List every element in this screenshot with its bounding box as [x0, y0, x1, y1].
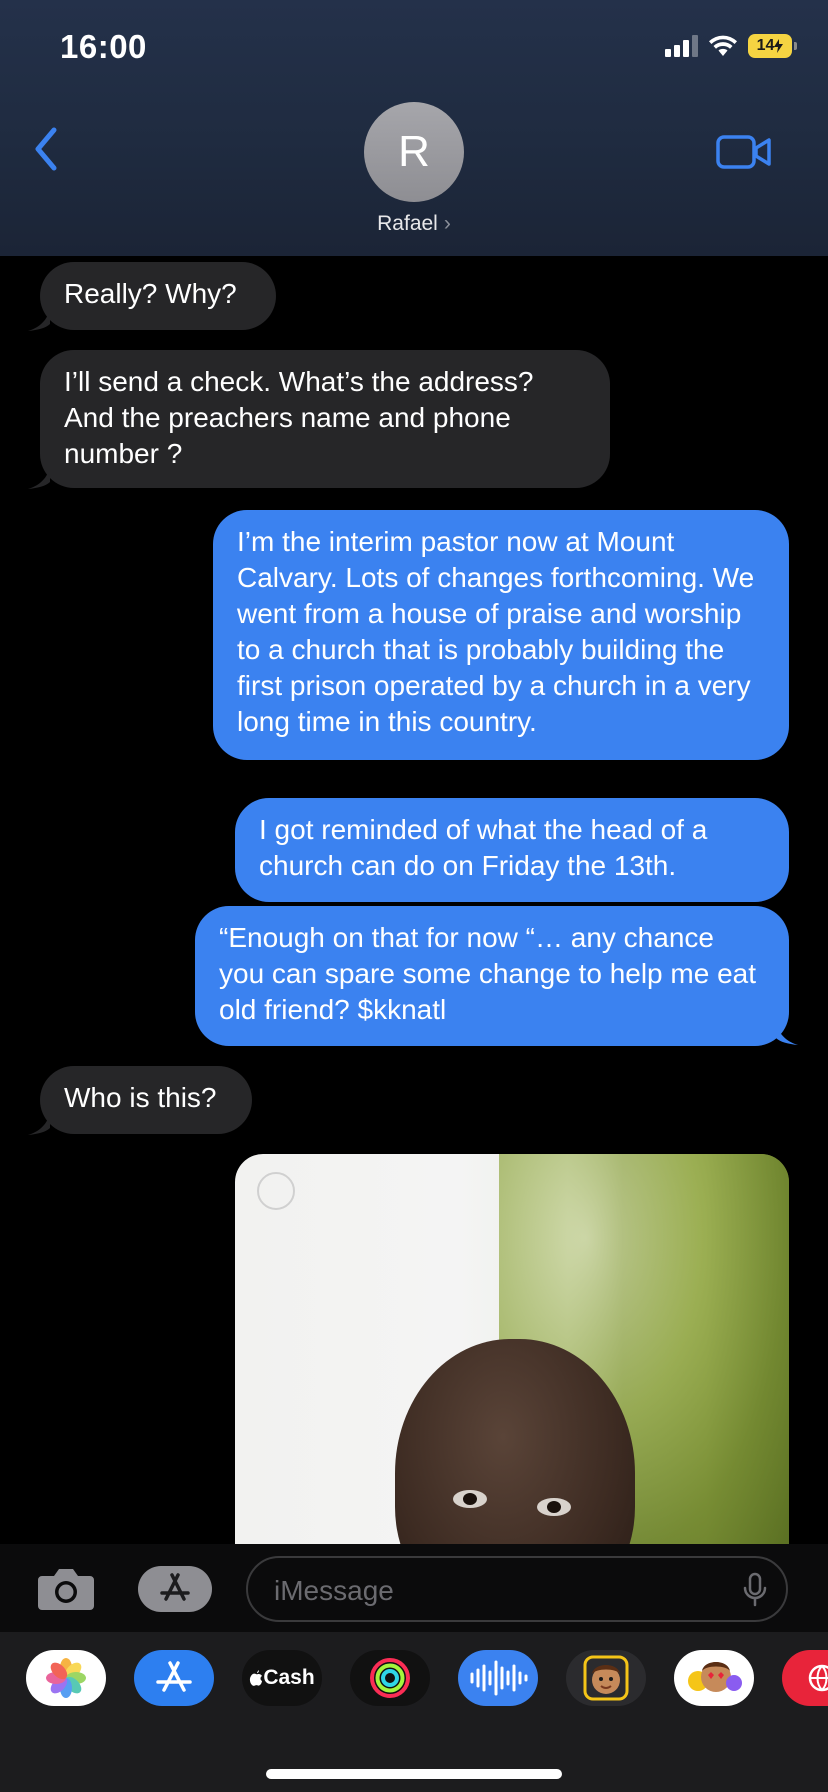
status-time: 16:00: [60, 28, 147, 65]
photo-eye-right: [537, 1498, 571, 1516]
app-store-icon: [156, 1661, 192, 1692]
audio-message-icon: [470, 1660, 528, 1696]
app-store-button[interactable]: [138, 1566, 212, 1612]
message-bubble-outgoing[interactable]: “Enough on that for now “… any chance yo…: [195, 906, 789, 1046]
apple-logo-icon: [250, 1669, 263, 1686]
activity-app-button[interactable]: [350, 1650, 430, 1706]
photos-icon: [46, 1658, 86, 1698]
imessage-app-drawer: Cash: [0, 1632, 828, 1792]
back-chevron-icon[interactable]: [28, 124, 68, 174]
message-text: Really? Why?: [64, 278, 237, 309]
activity-icon: [370, 1658, 410, 1698]
message-text: I’m the interim pastor now at Mount Calv…: [237, 526, 755, 737]
photo-eye-left: [453, 1490, 487, 1508]
microphone-icon[interactable]: [742, 1572, 768, 1608]
status-indicators: 14: [665, 34, 797, 58]
memoji-stickers-app-button[interactable]: [674, 1650, 754, 1706]
message-text: Who is this?: [64, 1082, 217, 1113]
memoji-stickers-icon: [688, 1662, 742, 1692]
home-indicator[interactable]: [266, 1769, 562, 1779]
message-thread[interactable]: Really? Why? I’ll send a check. What’s t…: [0, 256, 828, 1544]
globe-app-button[interactable]: [782, 1650, 828, 1706]
apple-cash-app-button[interactable]: Cash: [242, 1650, 322, 1706]
live-photo-icon[interactable]: [257, 1172, 295, 1210]
message-bubble-incoming[interactable]: Really? Why?: [40, 262, 276, 330]
compose-bar: [0, 1544, 828, 1632]
message-text: I got reminded of what the head of a chu…: [259, 814, 708, 881]
wifi-icon: [709, 35, 737, 56]
memoji-icon: [583, 1655, 629, 1701]
chevron-right-icon: ›: [443, 212, 451, 235]
avatar-initial: R: [398, 127, 430, 176]
camera-icon[interactable]: [36, 1566, 96, 1612]
message-input[interactable]: [272, 1572, 716, 1610]
contact-name: Rafael: [377, 212, 438, 235]
message-text: I’ll send a check. What’s the address? A…: [64, 366, 534, 469]
imessage-field[interactable]: [246, 1556, 788, 1622]
photos-app-button[interactable]: [26, 1650, 106, 1706]
message-bubble-incoming[interactable]: Who is this?: [40, 1066, 252, 1134]
app-store-icon: [160, 1573, 190, 1601]
charging-bolt-icon: [774, 39, 784, 53]
apple-cash-label: Cash: [263, 1666, 315, 1689]
bubble-tail: [28, 1114, 50, 1135]
contact-avatar[interactable]: R: [364, 102, 464, 202]
facetime-video-icon[interactable]: [716, 134, 772, 170]
conversation-header: 16:00 14 R Rafael ›: [0, 0, 828, 256]
battery-indicator: 14: [748, 34, 797, 58]
cellular-signal-icon: [665, 35, 698, 57]
message-text: “Enough on that for now “… any chance yo…: [219, 922, 757, 1025]
audio-message-app-button[interactable]: [458, 1650, 538, 1706]
battery-level: 14: [756, 37, 775, 54]
message-bubble-outgoing[interactable]: I got reminded of what the head of a chu…: [235, 798, 789, 902]
contact-name-button[interactable]: Rafael ›: [0, 212, 828, 236]
message-bubble-outgoing[interactable]: I’m the interim pastor now at Mount Calv…: [213, 510, 789, 760]
photo-attachment[interactable]: [235, 1154, 789, 1544]
bubble-tail: [28, 310, 50, 331]
message-bubble-incoming[interactable]: I’ll send a check. What’s the address? A…: [40, 350, 610, 488]
app-store-app-button[interactable]: [134, 1650, 214, 1706]
bubble-tail: [28, 468, 50, 489]
memoji-app-button[interactable]: [566, 1650, 646, 1706]
globe-icon: [808, 1664, 828, 1692]
bubble-tail: [776, 1024, 798, 1045]
